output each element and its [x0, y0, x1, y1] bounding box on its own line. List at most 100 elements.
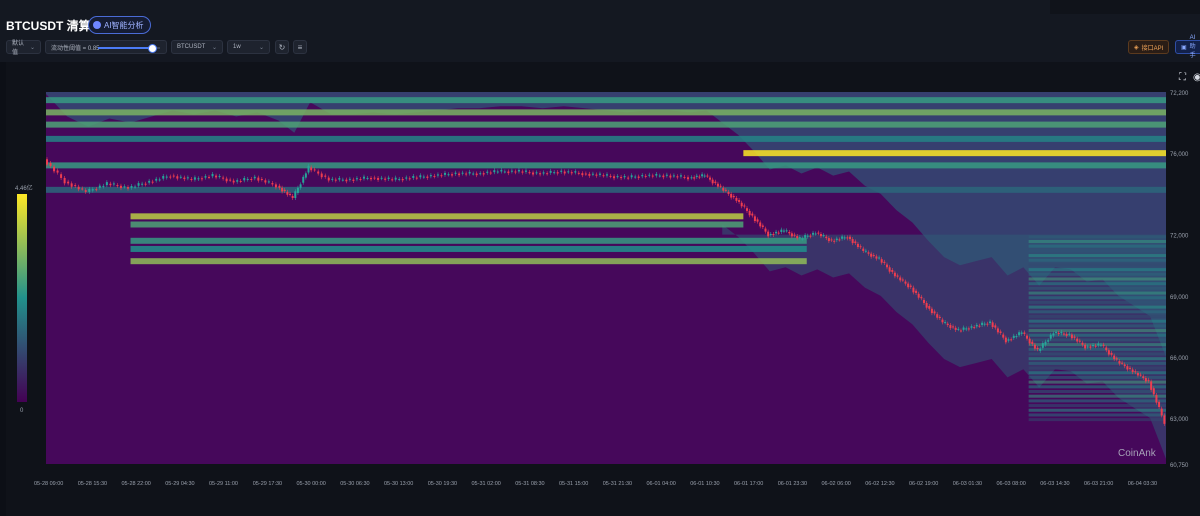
candle-body[interactable] [341, 179, 344, 181]
candle-body[interactable] [888, 267, 891, 272]
candle-body[interactable] [613, 176, 616, 179]
liquidation-band[interactable] [130, 258, 807, 265]
candle-body[interactable] [1018, 332, 1021, 336]
candle-body[interactable] [782, 230, 785, 232]
candle-body[interactable] [380, 177, 383, 179]
candle-body[interactable] [1152, 388, 1155, 395]
candle-body[interactable] [1097, 343, 1100, 346]
candle-body[interactable] [334, 179, 337, 181]
candle-body[interactable] [355, 178, 358, 180]
candle-body[interactable] [862, 248, 865, 251]
candle-body[interactable] [798, 237, 801, 239]
candle-body[interactable] [856, 243, 859, 248]
candle-body[interactable] [775, 231, 778, 234]
candle-body[interactable] [827, 238, 830, 242]
candle-body[interactable] [978, 325, 981, 327]
candle-body[interactable] [711, 179, 714, 184]
candle-body[interactable] [665, 174, 668, 176]
candle-body[interactable] [307, 165, 310, 173]
candle-body[interactable] [788, 231, 791, 234]
candle-body[interactable] [581, 173, 584, 176]
candle-body[interactable] [738, 200, 741, 202]
candle-body[interactable] [141, 183, 144, 185]
candle-body[interactable] [687, 177, 690, 180]
candle-body[interactable] [190, 178, 193, 180]
candle-body[interactable] [801, 238, 804, 240]
candle-body[interactable] [886, 264, 888, 268]
candle-body[interactable] [1086, 346, 1089, 348]
candle-body[interactable] [281, 187, 284, 192]
candle-body[interactable] [49, 163, 52, 166]
candle-body[interactable] [1081, 342, 1084, 345]
candle-body[interactable] [63, 177, 66, 184]
liquidation-heatmap[interactable]: 72,200 76,000 72,000 69,000 66,000 63,000 60,7… [6, 62, 1200, 516]
candle-body[interactable] [925, 302, 928, 308]
candle-body[interactable] [606, 174, 608, 176]
candle-body[interactable] [967, 328, 970, 330]
candle-body[interactable] [278, 185, 281, 188]
candle-body[interactable] [236, 180, 239, 182]
candle-body[interactable] [1158, 401, 1161, 407]
candle-body[interactable] [1023, 332, 1026, 334]
candle-body[interactable] [162, 175, 165, 179]
candle-body[interactable] [486, 171, 489, 173]
candle-body[interactable] [746, 208, 748, 211]
candle-body[interactable] [373, 177, 376, 179]
candle-body[interactable] [331, 178, 334, 180]
candle-body[interactable] [472, 173, 475, 175]
candle-body[interactable] [524, 170, 527, 172]
candle-body[interactable] [780, 229, 783, 232]
candle-body[interactable] [616, 176, 619, 178]
liquidation-band[interactable] [46, 186, 1166, 193]
candle-body[interactable] [630, 175, 633, 178]
candle-body[interactable] [105, 182, 108, 186]
candle-body[interactable] [709, 177, 712, 180]
candle-body[interactable] [698, 176, 701, 178]
candle-body[interactable] [930, 308, 933, 314]
candle-body[interactable] [1012, 335, 1015, 338]
candle-body[interactable] [577, 172, 580, 174]
candle-body[interactable] [767, 231, 770, 237]
candle-body[interactable] [1089, 346, 1092, 348]
candle-body[interactable] [690, 177, 693, 179]
candle-body[interactable] [317, 171, 320, 174]
candle-body[interactable] [676, 176, 679, 178]
candle-body[interactable] [772, 234, 775, 236]
candle-body[interactable] [627, 177, 630, 179]
candle-body[interactable] [215, 175, 218, 178]
candle-body[interactable] [102, 185, 105, 187]
candle-body[interactable] [352, 179, 355, 181]
candle-body[interactable] [727, 191, 730, 194]
interval-select[interactable]: 1w ⌄ [227, 40, 270, 54]
candle-body[interactable] [1062, 333, 1065, 335]
candle-body[interactable] [327, 177, 330, 181]
candle-body[interactable] [567, 171, 570, 173]
candle-body[interactable] [250, 178, 253, 180]
candle-body[interactable] [1105, 347, 1108, 351]
candle-body[interactable] [493, 170, 496, 173]
candle-body[interactable] [294, 191, 297, 198]
candle-body[interactable] [1102, 344, 1105, 346]
candle-body[interactable] [475, 173, 478, 176]
candle-body[interactable] [1036, 347, 1039, 350]
candle-body[interactable] [825, 236, 828, 239]
candle-body[interactable] [1041, 343, 1044, 348]
candle-body[interactable] [542, 172, 545, 174]
candle-body[interactable] [197, 178, 200, 180]
candle-body[interactable] [989, 321, 992, 324]
candle-body[interactable] [743, 205, 746, 207]
candle-body[interactable] [461, 172, 464, 174]
candle-body[interactable] [1113, 355, 1116, 360]
candle-body[interactable] [1107, 350, 1110, 355]
candle-body[interactable] [443, 172, 446, 175]
candle-body[interactable] [634, 176, 637, 178]
candle-body[interactable] [841, 236, 844, 239]
candle-body[interactable] [864, 250, 867, 252]
candle-body[interactable] [1084, 344, 1087, 349]
candle-body[interactable] [846, 237, 849, 239]
candle-body[interactable] [362, 176, 365, 179]
candle-body[interactable] [1028, 338, 1031, 344]
candle-body[interactable] [933, 311, 936, 314]
candle-body[interactable] [553, 172, 556, 174]
candle-body[interactable] [701, 174, 704, 177]
